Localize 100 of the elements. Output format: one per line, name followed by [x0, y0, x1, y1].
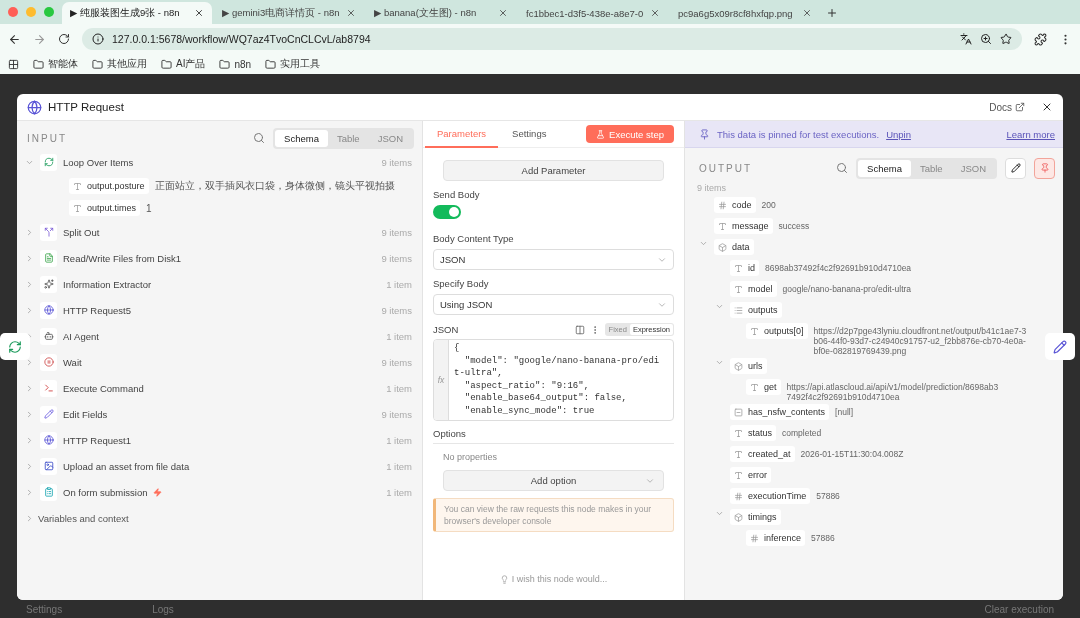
node-name[interactable]: Read/Write Files from Disk1	[63, 252, 182, 264]
unpin-button[interactable]	[1034, 157, 1055, 179]
field-chip[interactable]: code	[714, 197, 756, 213]
field-chip[interactable]: timings	[730, 509, 781, 525]
field-chip[interactable]: message	[714, 218, 773, 234]
node-name[interactable]: Information Extractor	[63, 278, 152, 290]
close-icon[interactable]	[1041, 101, 1053, 113]
item-count: 1 item	[386, 330, 412, 342]
minimize-window-button[interactable]	[26, 7, 36, 17]
panel-tab[interactable]: Settings	[500, 120, 559, 148]
field-value: 8698ab37492f4c2f92691b910d4710ea	[765, 262, 912, 273]
apps-icon[interactable]	[8, 58, 19, 70]
expand-caret-icon[interactable]	[25, 253, 34, 263]
expand-caret-icon[interactable]	[25, 383, 34, 393]
bookmark-folder[interactable]: n8n	[234, 58, 252, 70]
flask-icon	[596, 129, 606, 139]
forward-icon[interactable]	[33, 32, 46, 46]
item-count: 9 items	[381, 304, 412, 316]
browser-tab[interactable]: fc1bbec1-d3f5-438e-a8e7-0	[518, 2, 668, 24]
node-name[interactable]: Loop Over Items	[63, 156, 134, 168]
browser-tab[interactable]: ▶ gemini3电商详情页 - n8n	[214, 2, 364, 24]
collapse-caret-icon[interactable]	[715, 509, 724, 518]
field-chip[interactable]: inference	[746, 530, 806, 546]
field-chip[interactable]: error	[730, 467, 771, 483]
node-name[interactable]: HTTP Request1	[63, 434, 131, 446]
field-chip[interactable]: data	[714, 239, 754, 255]
view-tab[interactable]: Schema	[275, 129, 328, 147]
collapse-caret-icon[interactable]	[715, 302, 724, 311]
unpin-link[interactable]: Unpin	[886, 128, 911, 140]
field-chip[interactable]: output.posture	[69, 178, 149, 194]
node-name[interactable]: Wait	[63, 356, 82, 368]
node-name[interactable]: Execute Command	[63, 382, 144, 394]
address-bar[interactable]: 127.0.0.1:5678/workflow/WQ7az4TvoCnCLCvL/ab8794	[82, 28, 1022, 50]
json-editor[interactable]: fx { "model": "google/nano-banana-pro/edit-ultra", "aspect_ratio": "9:16", "enable_base64_output": false, "enable_sync_mode": true	[433, 339, 674, 421]
bookmark-folder[interactable]: 实用工具	[280, 57, 321, 71]
expand-caret-icon[interactable]	[25, 487, 34, 497]
field-chip[interactable]: urls	[730, 358, 767, 374]
field-chip[interactable]: status	[730, 425, 776, 441]
field-chip[interactable]: outputs[0]	[746, 323, 808, 339]
browser-tab[interactable]: ▶ 纯服装图生成9张 - n8n	[62, 2, 212, 24]
text-type-icon	[73, 203, 82, 213]
expand-caret-icon[interactable]	[25, 357, 34, 367]
field-chip[interactable]: model	[730, 281, 777, 297]
node-name[interactable]: AI Agent	[63, 330, 99, 342]
field-chip[interactable]: has_nsfw_contents	[730, 404, 830, 420]
edit-button[interactable]	[1005, 157, 1026, 179]
pencil-icon	[1053, 339, 1067, 354]
add-parameter-button[interactable]: Add Parameter	[443, 160, 664, 181]
expand-caret-icon[interactable]	[25, 461, 34, 471]
bookmark-folder[interactable]: AI产品	[176, 57, 206, 71]
banner-text: This data is pinned for test executions.	[717, 128, 880, 140]
expand-caret-icon[interactable]	[25, 305, 34, 315]
extensions-icon[interactable]	[1034, 32, 1047, 46]
field-value: 200	[761, 199, 776, 210]
field-chip[interactable]: id	[730, 260, 759, 276]
bookmark-folder[interactable]: 其他应用	[107, 57, 147, 71]
item-count: 9 items	[381, 226, 412, 238]
browser-tab[interactable]: ▶ banana(文生图) - n8n	[366, 2, 516, 24]
close-window-button[interactable]	[8, 7, 18, 17]
node-name[interactable]: On form submission	[63, 486, 148, 498]
field-value: success	[778, 220, 810, 231]
back-icon[interactable]	[8, 32, 21, 46]
item-count: 1 item	[386, 434, 412, 446]
bookmark-folder[interactable]: 智能体	[48, 57, 78, 71]
view-tab[interactable]: Schema	[858, 159, 911, 177]
refresh-button[interactable]	[0, 333, 30, 360]
node-name[interactable]: Split Out	[63, 226, 100, 238]
pencil-icon	[40, 405, 57, 423]
browser-tab[interactable]: pc9a6g5x09r8cf8hxfqp.png	[670, 2, 820, 24]
send-body-toggle[interactable]	[433, 205, 461, 219]
node-name[interactable]: Upload an asset from file data	[63, 460, 190, 472]
node-name[interactable]: Edit Fields	[63, 408, 108, 420]
folder-icon	[219, 58, 231, 70]
loop-icon	[40, 153, 57, 171]
expand-caret-icon[interactable]	[25, 279, 34, 289]
expand-caret-icon[interactable]	[25, 435, 34, 445]
expand-caret-icon[interactable]	[25, 409, 34, 419]
edit-button[interactable]	[1045, 333, 1075, 360]
collapse-caret-icon[interactable]	[715, 358, 724, 367]
variables-label[interactable]: Variables and context	[38, 512, 129, 524]
reload-icon[interactable]	[58, 33, 70, 45]
field-label: JSON	[433, 324, 460, 335]
field-chip[interactable]: outputs	[730, 302, 782, 318]
field-chip[interactable]: get	[746, 379, 781, 395]
collapse-caret-icon[interactable]	[699, 239, 708, 248]
search-icon[interactable]	[836, 162, 849, 174]
field-chip[interactable]: executionTime	[730, 488, 811, 504]
maximize-window-button[interactable]	[44, 7, 54, 17]
docs-link[interactable]: Docs	[989, 101, 1025, 113]
specify-body-select[interactable]: Using JSON	[433, 294, 674, 315]
search-icon[interactable]	[253, 132, 266, 144]
field-chip[interactable]: created_at	[730, 446, 795, 462]
split-view-icon[interactable]	[574, 324, 585, 335]
learn-more-link[interactable]: Learn more	[1006, 128, 1055, 140]
node-name[interactable]: HTTP Request5	[63, 304, 131, 316]
expand-caret-icon[interactable]	[25, 227, 34, 237]
field-label: Body Content Type	[433, 233, 515, 244]
field-chip[interactable]: output.times	[69, 200, 141, 216]
add-option-button[interactable]: Add option	[443, 470, 664, 491]
body-type-select[interactable]: JSON	[433, 249, 674, 270]
